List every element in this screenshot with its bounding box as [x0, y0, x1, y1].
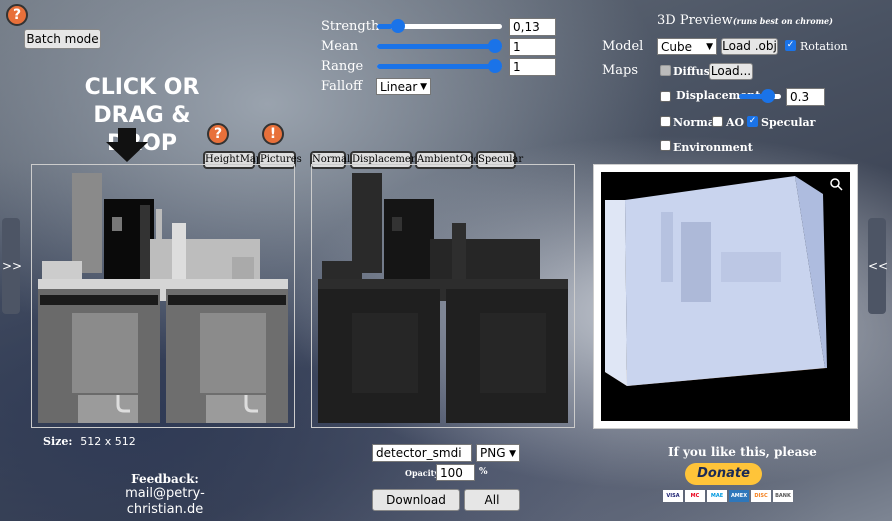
help-icon[interactable]: ?: [6, 4, 28, 26]
format-select[interactable]: PNG ▼: [476, 444, 520, 462]
mean-label: Mean: [321, 39, 359, 54]
falloff-label: Falloff: [321, 79, 363, 94]
displacement-slider[interactable]: [739, 88, 781, 104]
visa-card-icon: VISA: [663, 490, 683, 502]
opacity-percent: %: [479, 467, 488, 477]
ao-label: AO: [726, 116, 745, 129]
down-arrow-icon: [106, 128, 148, 162]
preview-title-row: 3D Preview(runs best on chrome): [657, 13, 833, 29]
size-value: 512 x 512: [80, 435, 136, 448]
displacement-checkbox[interactable]: [660, 91, 671, 102]
bank-card-icon: BANK: [773, 490, 793, 502]
size-label: Size:: [43, 435, 73, 448]
diffuse-checkbox[interactable]: [660, 65, 671, 76]
range-slider-knob[interactable]: [488, 59, 502, 73]
left-panel-toggle[interactable]: >>: [2, 218, 22, 314]
heightmap-help-icon[interactable]: ?: [207, 123, 229, 145]
rotation-checkbox[interactable]: ✓: [785, 40, 796, 51]
mean-slider-fill: [377, 44, 502, 49]
amex-card-icon: AMEX: [729, 490, 749, 502]
range-slider-fill: [377, 64, 502, 69]
download-all-button[interactable]: All: [464, 489, 520, 511]
normal-checkbox[interactable]: [660, 116, 671, 127]
3d-preview-frame: [593, 164, 858, 429]
opacity-label: Opacity: [405, 468, 439, 478]
drop-hint-line1: CLICK OR: [84, 75, 200, 100]
donate-text: If you like this, please: [668, 445, 817, 459]
strength-label: Strength: [321, 19, 380, 34]
chevron-down-icon: ▼: [706, 42, 713, 52]
feedback-email[interactable]: mail@petry-christian.de: [90, 486, 240, 518]
right-panel-toggle[interactable]: <<: [868, 218, 888, 314]
mean-input[interactable]: [509, 38, 556, 56]
strength-input[interactable]: [509, 18, 556, 36]
model-label: Model: [602, 39, 644, 54]
specular-checkbox[interactable]: ✓: [747, 116, 758, 127]
strength-slider[interactable]: [377, 18, 502, 34]
model-select[interactable]: Cube ▼: [657, 38, 717, 55]
heightmap-drop-area[interactable]: [31, 164, 295, 428]
diffuse-load-button[interactable]: Load...: [709, 63, 753, 80]
falloff-select-value: Linear: [380, 80, 418, 94]
mean-slider-knob[interactable]: [488, 39, 502, 53]
download-button[interactable]: Download: [372, 489, 460, 511]
preview-title: 3D Preview: [657, 13, 733, 28]
output-map-image: [318, 173, 568, 423]
feedback-label: Feedback:: [131, 472, 199, 486]
mean-slider[interactable]: [377, 38, 502, 54]
chevron-down-icon: ▼: [420, 82, 427, 92]
size-readout: Size: 512 x 512: [43, 435, 136, 449]
chevron-down-icon: ▼: [509, 449, 516, 459]
strength-slider-knob[interactable]: [391, 19, 406, 33]
format-select-value: PNG: [480, 446, 506, 460]
specular-label: Specular: [761, 116, 816, 129]
filename-input[interactable]: [372, 444, 472, 462]
pictures-warning-icon[interactable]: !: [262, 123, 284, 145]
maps-label: Maps: [602, 63, 639, 78]
load-obj-button[interactable]: Load .obj: [721, 38, 778, 55]
discover-card-icon: DISC: [751, 490, 771, 502]
heightmap-image: [38, 173, 288, 423]
range-slider[interactable]: [377, 58, 502, 74]
range-input[interactable]: [509, 58, 556, 76]
batch-mode-button[interactable]: Batch mode: [24, 29, 101, 49]
model-select-value: Cube: [661, 40, 692, 54]
mastercard-icon: MC: [685, 490, 705, 502]
feedback: Feedback: mail@petry-christian.de: [90, 472, 240, 518]
ao-checkbox[interactable]: [712, 116, 723, 127]
output-map-view: [311, 164, 575, 428]
environment-checkbox[interactable]: [660, 140, 671, 151]
rotation-label: Rotation: [800, 40, 848, 53]
preview-subtitle: (runs best on chrome): [732, 16, 833, 26]
opacity-input[interactable]: [436, 464, 475, 481]
range-label: Range: [321, 59, 364, 74]
payment-cards: VISA MC MAE AMEX DISC BANK: [663, 490, 793, 502]
donate-button[interactable]: Donate: [685, 463, 762, 485]
environment-label: Environment: [673, 141, 753, 154]
maestro-card-icon: MAE: [707, 490, 727, 502]
displacement-slider-knob[interactable]: [760, 89, 775, 103]
3d-preview-canvas[interactable]: [601, 172, 850, 421]
displacement-input[interactable]: [786, 88, 825, 106]
falloff-select[interactable]: Linear ▼: [376, 78, 431, 95]
